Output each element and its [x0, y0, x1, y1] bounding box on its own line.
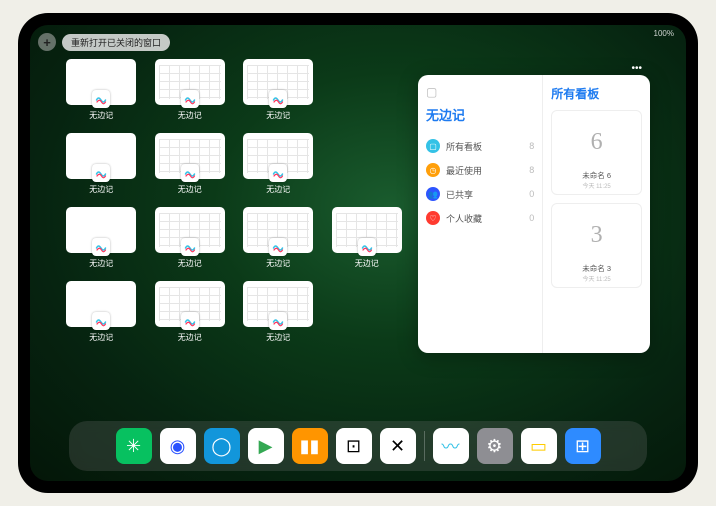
status-bar: 100%: [654, 29, 674, 38]
sidebar-item-icon: ♡: [426, 211, 440, 225]
board-preview: 6: [556, 115, 637, 170]
dock-app-freeform[interactable]: 〰: [433, 428, 469, 464]
sidebar-item-count: 8: [529, 165, 534, 175]
window-grid: 无边记无边记无边记无边记无边记无边记无边记无边记无边记无边记无边记无边记无边记: [64, 59, 404, 343]
sidebar-item-count: 0: [529, 213, 534, 223]
dock: ✳◉◯▶▮▮⊡✕ 〰⚙▭⊞: [69, 421, 646, 471]
window-label: 无边记: [266, 332, 290, 343]
freeform-icon: [181, 238, 199, 256]
topbar: + 重新打开已关闭的窗口: [38, 33, 170, 51]
freeform-icon: [92, 90, 110, 108]
dock-divider: [424, 431, 425, 461]
dock-app-dice[interactable]: ⊡: [336, 428, 372, 464]
window-label: 无边记: [266, 258, 290, 269]
window-thumbnail[interactable]: 无边记: [241, 59, 316, 121]
freeform-app-window[interactable]: ••• ▢ 无边记 ▢所有看板8◷最近使用8👥已共享0♡个人收藏0 所有看板 6…: [418, 75, 650, 353]
freeform-icon: [92, 164, 110, 182]
freeform-icon: [181, 312, 199, 330]
window-label: 无边记: [89, 184, 113, 195]
dock-app-play[interactable]: ▶: [248, 428, 284, 464]
sidebar-item-label: 所有看板: [446, 140, 482, 153]
sidebar-item-count: 8: [529, 141, 534, 151]
board-name: 未命名 3今天 11:25: [556, 263, 637, 283]
freeform-icon: [181, 90, 199, 108]
board-name: 未命名 6今天 11:25: [556, 170, 637, 190]
window-label: 无边记: [178, 258, 202, 269]
window-thumbnail[interactable]: 无边记: [153, 133, 228, 195]
panel-right-title: 所有看板: [551, 85, 642, 102]
sidebar-item[interactable]: ♡ 个人收藏 0: [426, 206, 534, 230]
freeform-icon: [358, 238, 376, 256]
sidebar-item-count: 0: [529, 189, 534, 199]
window-thumbnail[interactable]: 无边记: [153, 281, 228, 343]
dock-app-wechat[interactable]: ✳: [116, 428, 152, 464]
sidebar-item-label: 个人收藏: [446, 212, 482, 225]
window-menu-icon[interactable]: •••: [631, 63, 642, 74]
panel-sidebar: ▢ 无边记 ▢ 所有看板 8 ◷ 最近使用 8 👥 已共享 0 ♡ 个人收藏 0: [418, 75, 543, 353]
window-thumbnail[interactable]: 无边记: [330, 207, 405, 269]
ipad-frame: 100% + 重新打开已关闭的窗口 无边记无边记无边记无边记无边记无边记无边记无…: [18, 13, 698, 493]
window-thumbnail[interactable]: 无边记: [241, 207, 316, 269]
board-card[interactable]: 3未命名 3今天 11:25: [551, 203, 642, 288]
reopen-closed-window-pill[interactable]: 重新打开已关闭的窗口: [62, 34, 170, 51]
window-label: 无边记: [266, 184, 290, 195]
board-preview: 3: [556, 208, 637, 263]
window-thumbnail[interactable]: 无边记: [241, 133, 316, 195]
add-window-button[interactable]: +: [38, 33, 56, 51]
board-time: 今天 11:25: [556, 274, 637, 283]
window-thumbnail[interactable]: 无边记: [153, 59, 228, 121]
window-label: 无边记: [178, 184, 202, 195]
window-label: 无边记: [355, 258, 379, 269]
freeform-icon: [92, 238, 110, 256]
window-thumbnail[interactable]: 无边记: [64, 59, 139, 121]
window-thumbnail[interactable]: 无边记: [64, 281, 139, 343]
panel-title: 无边记: [426, 105, 534, 124]
sidebar-item-icon: 👥: [426, 187, 440, 201]
window-thumbnail[interactable]: 无边记: [241, 281, 316, 343]
sidebar-item-icon: ▢: [426, 139, 440, 153]
sidebar-item-label: 已共享: [446, 188, 473, 201]
dock-app-settings[interactable]: ⚙: [477, 428, 513, 464]
board-time: 今天 11:25: [556, 181, 637, 190]
freeform-icon: [269, 238, 287, 256]
sidebar-item[interactable]: ▢ 所有看板 8: [426, 134, 534, 158]
window-thumbnail[interactable]: 无边记: [64, 207, 139, 269]
sidebar-icon: ▢: [426, 85, 534, 99]
window-thumbnail[interactable]: 无边记: [64, 133, 139, 195]
dock-app-notes[interactable]: ▭: [521, 428, 557, 464]
window-thumbnail[interactable]: 无边记: [153, 207, 228, 269]
sidebar-item-label: 最近使用: [446, 164, 482, 177]
board-card[interactable]: 6未命名 6今天 11:25: [551, 110, 642, 195]
dock-app-connect[interactable]: ✕: [380, 428, 416, 464]
dock-app-qqbrowser[interactable]: ◯: [204, 428, 240, 464]
sidebar-item[interactable]: 👥 已共享 0: [426, 182, 534, 206]
freeform-icon: [92, 312, 110, 330]
dock-app-books[interactable]: ▮▮: [292, 428, 328, 464]
window-label: 无边记: [178, 110, 202, 121]
dock-app-quark[interactable]: ◉: [160, 428, 196, 464]
freeform-icon: [269, 90, 287, 108]
sidebar-item-icon: ◷: [426, 163, 440, 177]
window-label: 无边记: [89, 110, 113, 121]
freeform-icon: [269, 312, 287, 330]
window-label: 无边记: [266, 110, 290, 121]
freeform-icon: [181, 164, 199, 182]
screen: 100% + 重新打开已关闭的窗口 无边记无边记无边记无边记无边记无边记无边记无…: [30, 25, 686, 481]
sidebar-item[interactable]: ◷ 最近使用 8: [426, 158, 534, 182]
panel-main: 所有看板 6未命名 6今天 11:253未命名 3今天 11:25: [543, 75, 650, 353]
window-label: 无边记: [89, 332, 113, 343]
window-label: 无边记: [89, 258, 113, 269]
dock-app-apps[interactable]: ⊞: [565, 428, 601, 464]
freeform-icon: [269, 164, 287, 182]
window-label: 无边记: [178, 332, 202, 343]
